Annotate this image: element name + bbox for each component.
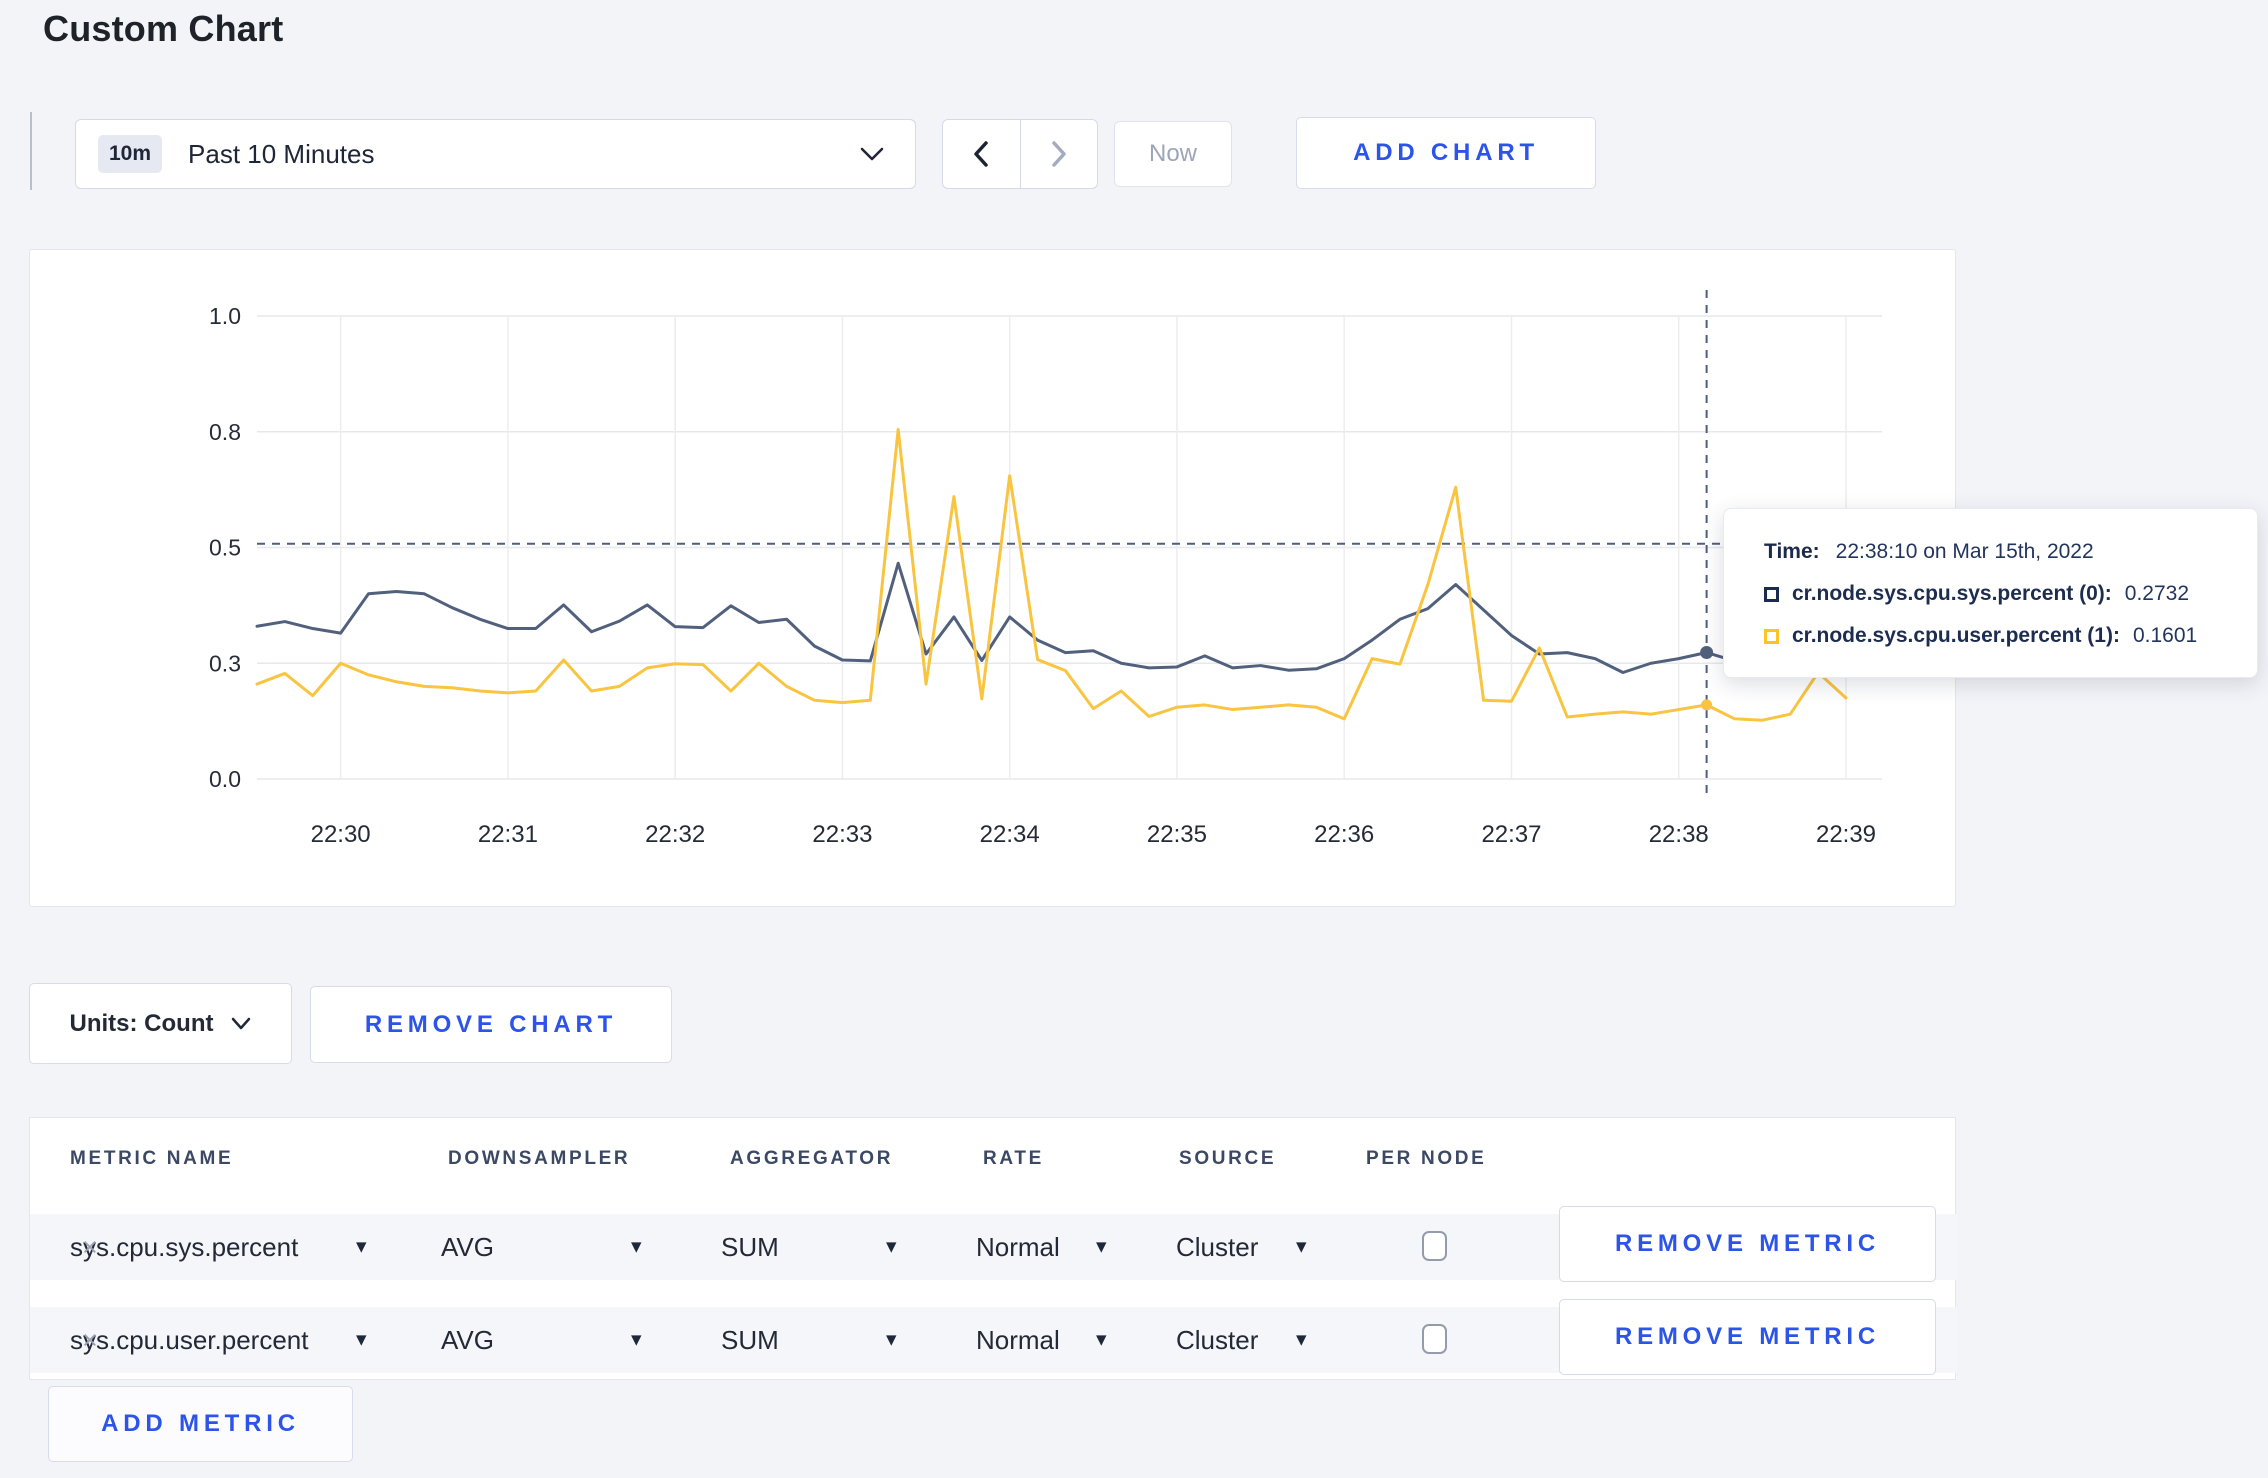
- metrics-table: METRIC NAME DOWNSAMPLER AGGREGATOR RATE …: [29, 1117, 1957, 1380]
- column-header-rate: RATE: [983, 1148, 1044, 1169]
- column-header-per-node: PER NODE: [1366, 1148, 1487, 1169]
- per-node-checkbox[interactable]: [1422, 1324, 1447, 1354]
- x-axis-tick-label: 22:36: [1314, 821, 1374, 848]
- tooltip-series-value: 0.2732: [2124, 582, 2190, 605]
- metric-name-caret-icon[interactable]: ▾: [356, 1214, 367, 1280]
- aggregator-caret-icon[interactable]: ▾: [886, 1307, 897, 1373]
- page-title: Custom Chart: [43, 8, 284, 49]
- y-axis-tick-label: 0.8: [209, 419, 241, 445]
- source-caret-icon[interactable]: ▾: [1296, 1214, 1307, 1280]
- y-axis-tick-label: 0.3: [209, 650, 241, 676]
- x-axis-tick-label: 22:39: [1816, 821, 1876, 848]
- y-axis-tick-label: 1.0: [209, 303, 241, 329]
- chevron-right-icon: [1052, 141, 1066, 167]
- time-range-dropdown[interactable]: 10m Past 10 Minutes: [75, 119, 916, 189]
- tooltip-series-name: cr.node.sys.cpu.sys.percent (0):: [1792, 582, 2112, 605]
- series-swatch-icon: [1764, 586, 1779, 602]
- downsampler-caret-icon[interactable]: ▾: [631, 1307, 642, 1373]
- time-back-button[interactable]: [943, 120, 1020, 188]
- column-header-downsampler: DOWNSAMPLER: [448, 1148, 631, 1169]
- now-button[interactable]: Now: [1114, 121, 1232, 187]
- rate-select[interactable]: Normal: [976, 1214, 1060, 1280]
- x-axis-tick-label: 22:33: [812, 821, 872, 848]
- toolbar-divider: [30, 112, 32, 190]
- series-line-cr.node.sys.cpu.sys.percent: [255, 561, 1848, 675]
- downsampler-select[interactable]: AVG: [441, 1307, 494, 1373]
- chart-card: 0.0 0.3 0.5 0.8 1.0 22:30 22:31 22:32 22:33 22:34…: [29, 249, 1956, 907]
- metric-name-value: sys.cpu.user.percent: [70, 1325, 309, 1355]
- add-metric-button[interactable]: ADD METRIC: [48, 1386, 353, 1462]
- tooltip-time-value: 22:38:10 on Mar 15th, 2022: [1835, 540, 2094, 563]
- chart-tooltip: Time: 22:38:10 on Mar 15th, 2022 cr.node…: [1723, 508, 2258, 678]
- x-axis-tick-label: 22:37: [1481, 821, 1541, 848]
- rate-caret-icon[interactable]: ▾: [1096, 1307, 1107, 1373]
- remove-metric-button[interactable]: REMOVE METRIC: [1559, 1206, 1936, 1282]
- chevron-left-icon: [974, 141, 988, 167]
- y-axis-tick-label: 0.0: [209, 766, 241, 792]
- x-axis-tick-label: 22:35: [1147, 821, 1207, 848]
- hover-point: [1701, 699, 1713, 711]
- timeseries-chart[interactable]: 0.0 0.3 0.5 0.8 1.0 22:30 22:31 22:32 22:33 22:34…: [30, 250, 1955, 906]
- downsampler-select[interactable]: AVG: [441, 1214, 494, 1280]
- x-axis-tick-label: 22:34: [980, 821, 1040, 848]
- x-axis-tick-label: 22:38: [1649, 821, 1709, 848]
- remove-chart-button[interactable]: REMOVE CHART: [310, 986, 672, 1063]
- rate-caret-icon[interactable]: ▾: [1096, 1214, 1107, 1280]
- per-node-checkbox[interactable]: [1422, 1231, 1447, 1261]
- units-dropdown[interactable]: Units: Count: [29, 983, 292, 1064]
- hover-point: [1700, 646, 1714, 660]
- add-chart-button[interactable]: ADD CHART: [1296, 117, 1596, 189]
- rate-select[interactable]: Normal: [976, 1307, 1060, 1373]
- column-header-metric-name: METRIC NAME: [70, 1148, 234, 1169]
- downsampler-caret-icon[interactable]: ▾: [631, 1214, 642, 1280]
- time-range-label: Past 10 Minutes: [188, 138, 375, 169]
- time-forward-button[interactable]: [1019, 120, 1098, 188]
- column-header-source: SOURCE: [1179, 1148, 1277, 1169]
- metric-name-value: sys.cpu.sys.percent: [70, 1232, 299, 1262]
- units-label: Units: Count: [69, 1009, 214, 1037]
- clear-metric-icon[interactable]: ×: [82, 1214, 98, 1280]
- time-nav-arrows: [942, 119, 1098, 189]
- source-caret-icon[interactable]: ▾: [1296, 1307, 1307, 1373]
- aggregator-select[interactable]: SUM: [721, 1214, 779, 1280]
- clear-metric-icon[interactable]: ×: [82, 1307, 98, 1373]
- x-axis-tick-label: 22:30: [311, 821, 371, 848]
- chevron-down-icon: [232, 1017, 251, 1030]
- aggregator-caret-icon[interactable]: ▾: [886, 1214, 897, 1280]
- remove-metric-button[interactable]: REMOVE METRIC: [1559, 1299, 1936, 1375]
- chevron-down-icon: [859, 146, 885, 167]
- tooltip-series-value: 0.1601: [2132, 624, 2198, 647]
- source-select[interactable]: Cluster: [1176, 1307, 1258, 1373]
- tooltip-series-name: cr.node.sys.cpu.user.percent (1):: [1792, 624, 2120, 647]
- tooltip-time-label: Time:: [1764, 540, 1820, 563]
- y-axis-tick-label: 0.5: [209, 535, 241, 561]
- x-axis-tick-label: 22:31: [478, 821, 538, 848]
- metric-name-caret-icon[interactable]: ▾: [356, 1307, 367, 1373]
- source-select[interactable]: Cluster: [1176, 1214, 1258, 1280]
- series-line-cr.node.sys.cpu.user.percent: [255, 427, 1848, 722]
- time-range-badge: 10m: [98, 135, 163, 173]
- x-axis-tick-label: 22:32: [645, 821, 705, 848]
- aggregator-select[interactable]: SUM: [721, 1307, 779, 1373]
- series-swatch-icon: [1764, 628, 1779, 644]
- column-header-aggregator: AGGREGATOR: [730, 1148, 894, 1169]
